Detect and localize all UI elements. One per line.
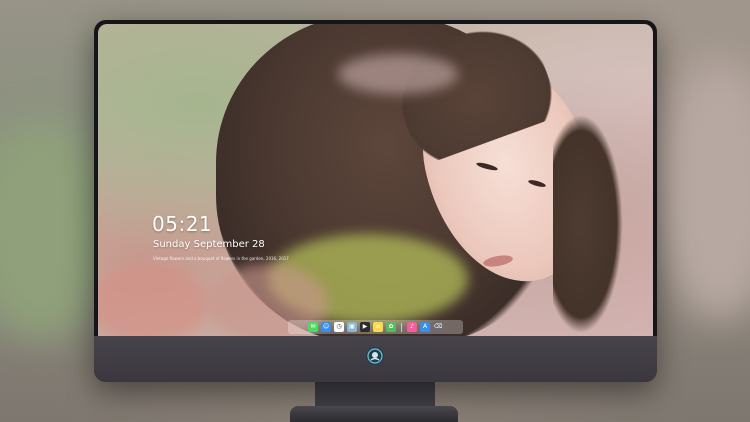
messages-icon[interactable]: ✉: [308, 322, 318, 332]
clock-icon[interactable]: ◷: [334, 322, 344, 332]
wallpaper-flowers-3: [338, 54, 458, 94]
brand-logo-icon: [366, 347, 384, 365]
lockscreen-date: Sunday September 28: [153, 239, 265, 250]
monitor-chin: [94, 336, 657, 382]
wallpaper-flowers-4: [98, 264, 208, 336]
video-icon[interactable]: ▶: [360, 322, 370, 332]
dock: ✉ ☺ ◷ ▣ ▶ ≡ ✿ ♪ A ⌫: [288, 320, 463, 334]
trash-icon[interactable]: ⌫: [433, 322, 443, 332]
wallpaper-hair-right: [553, 114, 623, 334]
lockscreen-caption: Vintage flowers and a bouquet of flowers…: [153, 256, 289, 261]
desktop-screen: 05:21 Sunday September 28 Vintage flower…: [98, 24, 653, 336]
monitor-stand-neck: [315, 382, 435, 408]
background-blur-right: [660, 60, 750, 320]
preview-icon[interactable]: ▣: [347, 322, 357, 332]
appstore-icon[interactable]: A: [420, 322, 430, 332]
monitor-stand-base: [290, 406, 458, 422]
finder-icon[interactable]: ☺: [321, 322, 331, 332]
monitor: 05:21 Sunday September 28 Vintage flower…: [94, 20, 657, 382]
photos-icon[interactable]: ✿: [386, 322, 396, 332]
notes-icon[interactable]: ≡: [373, 322, 383, 332]
music-icon[interactable]: ♪: [407, 322, 417, 332]
lockscreen-time: 05:21: [152, 212, 213, 236]
dock-separator: [401, 322, 402, 332]
